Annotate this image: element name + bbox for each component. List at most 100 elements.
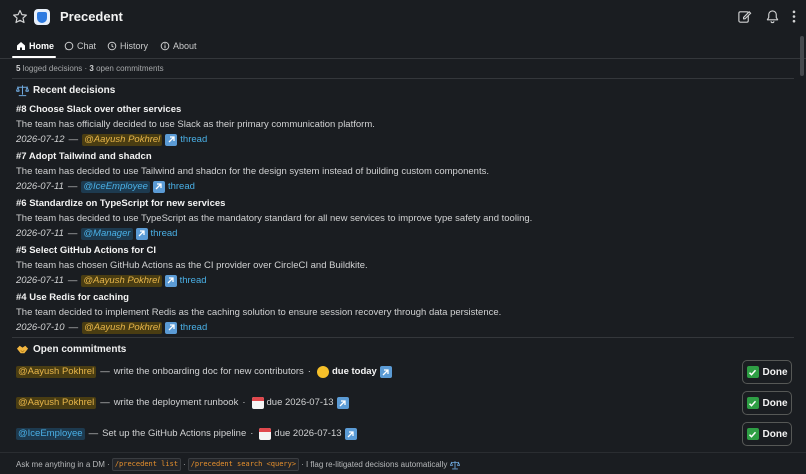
arrow-up-right-icon[interactable] — [165, 321, 178, 334]
user-mention[interactable]: @IceEmployee — [81, 180, 150, 193]
arrow-up-right-icon[interactable] — [344, 428, 357, 440]
separator: — — [68, 321, 79, 333]
arrow-up-right-icon[interactable] — [165, 133, 178, 146]
tab-home-label: Home — [29, 41, 55, 51]
tab-home[interactable]: Home — [16, 36, 54, 56]
separator: · — [250, 428, 254, 439]
separator: — — [67, 227, 78, 239]
chat-icon — [64, 41, 74, 51]
tab-chat[interactable]: Chat — [64, 36, 96, 56]
separator: — — [68, 133, 79, 145]
bell-icon[interactable] — [765, 9, 780, 24]
decision-meta: 2026-07-11 — @IceEmployee thread — [16, 180, 796, 193]
done-label: Done — [762, 397, 788, 409]
divider — [0, 58, 806, 59]
decision-title: #5 Select GitHub Actions for CI — [16, 245, 157, 256]
footer-prefix: Ask me anything in a DM · — [16, 460, 110, 469]
decision-title: #4 Use Redis for caching — [16, 292, 129, 303]
decision-date: 2026-07-12 — [16, 133, 65, 145]
balance-scale-icon — [450, 460, 461, 469]
decision-description: The team has decided to use Tailwind and… — [16, 166, 489, 177]
decision-item: #7 Adopt Tailwind and shadcn The team ha… — [16, 151, 796, 193]
separator: — — [88, 428, 99, 439]
decision-description: The team has officially decided to use S… — [16, 119, 375, 130]
decision-date: 2026-07-11 — [16, 180, 64, 192]
edit-icon[interactable] — [737, 9, 752, 24]
separator: — — [100, 366, 110, 377]
user-mention[interactable]: @Manager — [81, 227, 133, 240]
commitments-label: open commitments — [93, 64, 164, 73]
thread-link[interactable]: thread — [168, 181, 195, 193]
user-mention[interactable]: @Aayush Pokhrel — [82, 321, 163, 334]
decision-meta: 2026-07-10 — @Aayush Pokhrel thread — [16, 321, 796, 334]
tab-about[interactable]: About — [160, 36, 197, 56]
done-label: Done — [762, 366, 788, 378]
history-icon — [107, 41, 117, 51]
arrow-up-right-icon[interactable] — [135, 227, 148, 240]
decision-title: #6 Standardize on TypeScript for new ser… — [16, 198, 226, 209]
commitment-item: @Aayush Pokhrel — write the onboarding d… — [16, 360, 796, 384]
home-icon — [17, 42, 25, 50]
commitment-text: @IceEmployee — Set up the GitHub Actions… — [16, 427, 357, 441]
separator: — — [67, 180, 78, 192]
commitment-task: Set up the GitHub Actions pipeline — [102, 428, 247, 439]
handshake-icon — [16, 345, 29, 354]
check-icon — [746, 428, 759, 440]
separator: · — [242, 397, 246, 408]
recent-decisions-heading: Recent decisions — [16, 84, 115, 97]
separator: — — [100, 397, 110, 408]
scrollbar[interactable] — [800, 36, 804, 76]
more-icon[interactable] — [789, 9, 799, 24]
user-mention[interactable]: @Aayush Pokhrel — [16, 366, 97, 378]
arrow-up-right-icon[interactable] — [164, 274, 177, 287]
separator: · — [307, 366, 311, 377]
thread-link[interactable]: thread — [180, 275, 207, 287]
done-button[interactable]: Done — [742, 422, 792, 446]
open-commitments-title: Open commitments — [33, 343, 127, 355]
app-header: Precedent — [0, 0, 806, 34]
commitment-item: @Aayush Pokhrel — write the deployment r… — [16, 391, 796, 415]
footer-suffix: · I flag re-litigated decisions automati… — [301, 460, 448, 469]
arrow-up-right-icon[interactable] — [152, 180, 165, 193]
thread-link[interactable]: thread — [180, 134, 207, 146]
commitment-item: @IceEmployee — Set up the GitHub Actions… — [16, 422, 796, 446]
commitment-due: due today — [331, 366, 377, 377]
user-mention[interactable]: @Aayush Pokhrel — [16, 397, 97, 409]
decision-date: 2026-07-11 — [16, 227, 64, 239]
decisions-label: logged decisions · — [20, 64, 90, 73]
command-list: /precedent list — [111, 458, 182, 471]
done-label: Done — [762, 428, 788, 440]
decision-description: The team has chosen GitHub Actions as th… — [16, 260, 368, 271]
arrow-up-right-icon[interactable] — [336, 397, 349, 409]
arrow-up-right-icon[interactable] — [379, 366, 392, 378]
star-icon[interactable] — [12, 9, 28, 25]
done-button[interactable]: Done — [742, 391, 792, 415]
footer-hint: Ask me anything in a DM · /precedent lis… — [16, 458, 461, 471]
decision-description: The team decided to implement Redis as t… — [16, 307, 502, 318]
summary-line: 5 logged decisions · 3 open commitments — [16, 64, 164, 74]
tab-history[interactable]: History — [107, 36, 148, 56]
user-mention[interactable]: @Aayush Pokhrel — [82, 133, 163, 146]
thread-link[interactable]: thread — [151, 228, 178, 240]
commitment-text: @Aayush Pokhrel — write the onboarding d… — [16, 365, 392, 379]
tab-chat-label: Chat — [77, 41, 97, 51]
open-commitments-heading: Open commitments — [16, 343, 126, 356]
divider — [12, 78, 794, 79]
user-mention[interactable]: @Aayush Pokhrel — [81, 274, 162, 287]
decision-title: #7 Adopt Tailwind and shadcn — [16, 151, 152, 162]
command-search: /precedent search <query> — [187, 458, 300, 471]
yellow-circle-icon — [316, 366, 329, 378]
app-title: Precedent — [60, 9, 123, 24]
tab-bar: Home Chat History About — [0, 36, 806, 58]
user-mention[interactable]: @IceEmployee — [16, 428, 85, 440]
decision-date: 2026-07-10 — [16, 321, 65, 333]
thread-link[interactable]: thread — [180, 322, 207, 334]
decision-meta: 2026-07-12 — @Aayush Pokhrel thread — [16, 133, 796, 146]
done-button[interactable]: Done — [742, 360, 792, 384]
app-logo-icon — [34, 9, 50, 25]
decision-date: 2026-07-11 — [16, 274, 64, 286]
decision-title: #8 Choose Slack over other services — [16, 104, 182, 115]
commitment-due: due 2026-07-13 — [266, 397, 334, 408]
commitment-due: due 2026-07-13 — [274, 428, 342, 439]
tab-history-label: History — [120, 41, 149, 51]
